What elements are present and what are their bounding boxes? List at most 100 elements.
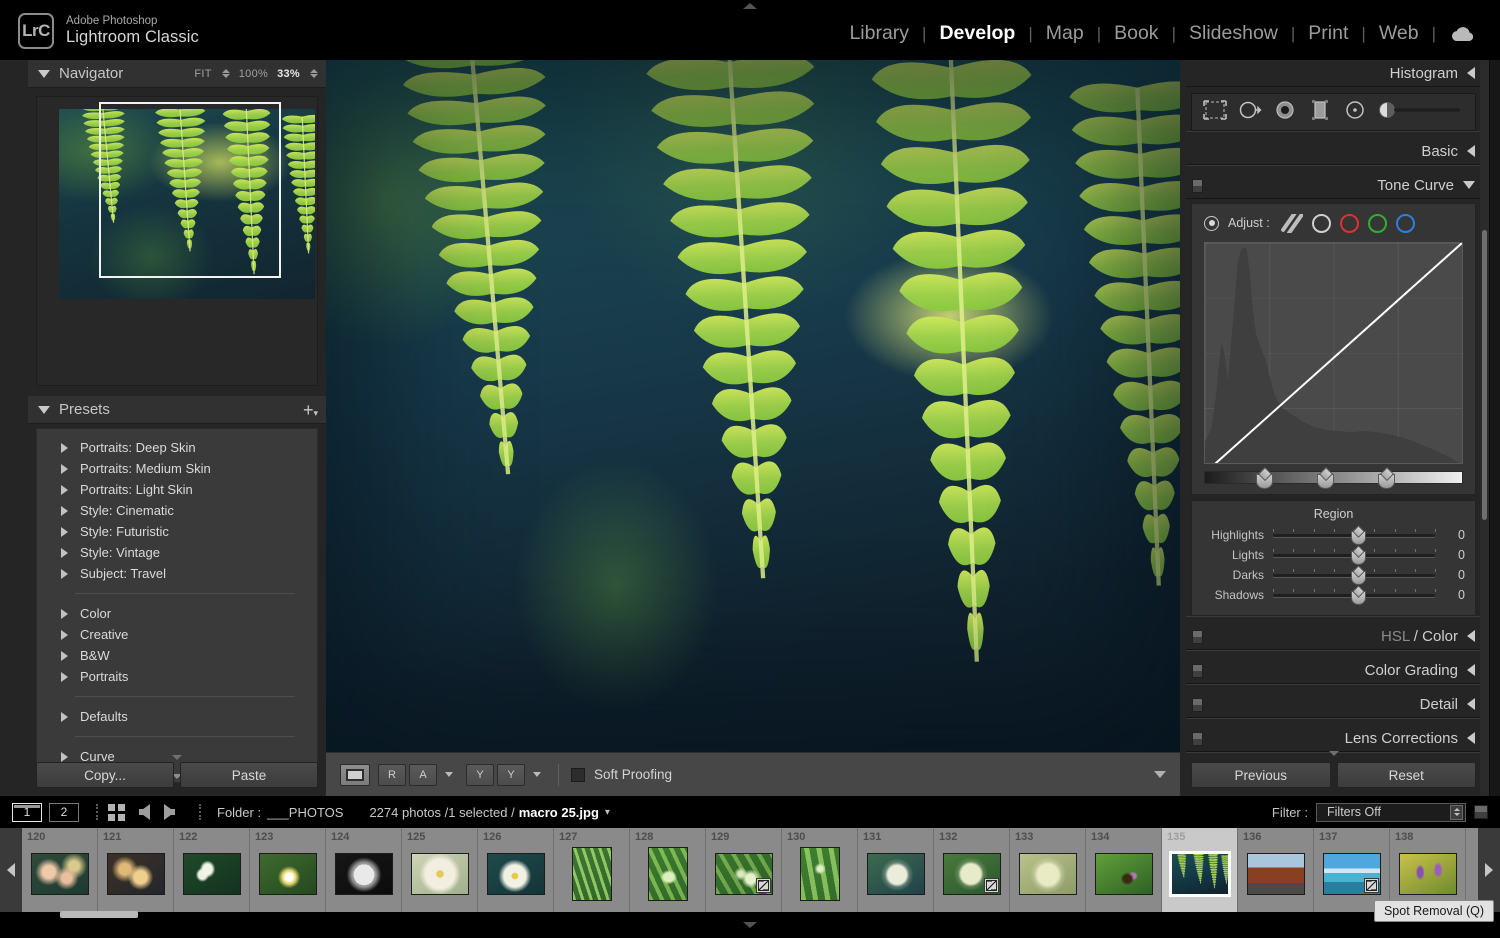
navigator-header[interactable]: Navigator FIT 100% 33% [28, 60, 326, 88]
thumbnail-image[interactable] [1168, 851, 1231, 897]
copy-settings-y2-button[interactable]: Y [497, 763, 525, 786]
navigate-back-icon[interactable] [139, 804, 150, 820]
module-book[interactable]: Book [1101, 22, 1171, 45]
copy-button[interactable]: Copy... [36, 762, 174, 788]
module-print[interactable]: Print [1295, 22, 1361, 45]
thumbnail-image[interactable] [334, 853, 393, 895]
preset-item[interactable]: Style: Cinematic [37, 500, 317, 521]
thumbnail-image[interactable] [1398, 853, 1457, 895]
thumbnail-image[interactable] [714, 853, 773, 895]
navigator-fit-stepper[interactable] [221, 69, 230, 78]
section-header-color-grading[interactable]: Color Grading [1186, 657, 1481, 684]
section-header-hsl-color[interactable]: HSL / Color [1186, 623, 1481, 650]
spot-removal-icon[interactable] [1237, 99, 1263, 126]
preset-item[interactable]: Portraits: Deep Skin [37, 437, 317, 458]
soft-proofing-label[interactable]: Soft Proofing [594, 767, 672, 782]
masking-icon[interactable] [1307, 99, 1333, 126]
section-enable-switch[interactable] [1192, 664, 1203, 678]
thumbnail-image[interactable] [1322, 853, 1381, 895]
red-eye-correction-icon[interactable] [1272, 99, 1298, 126]
red-channel-icon[interactable] [1339, 213, 1359, 233]
preset-item[interactable]: Style: Vintage [37, 542, 317, 563]
thumbnail-image[interactable] [1094, 853, 1153, 895]
thumbnail-image[interactable] [1246, 853, 1305, 895]
filmstrip-thumbnail[interactable]: 135 [1162, 828, 1238, 912]
filmstrip-thumbnail[interactable]: 121 [98, 828, 174, 912]
slider-knob[interactable] [1350, 548, 1366, 565]
thumbnail-image[interactable] [182, 853, 241, 895]
filter-stepper-icon[interactable] [1450, 804, 1463, 820]
top-panel-collapse-toggle[interactable] [0, 0, 1500, 12]
slider-value[interactable]: 0 [1435, 568, 1465, 582]
thumbnail-image[interactable] [106, 853, 165, 895]
slider-value[interactable]: 0 [1435, 528, 1465, 542]
thumbnail-image[interactable] [1018, 853, 1077, 895]
thumbnail-image[interactable] [647, 847, 688, 901]
cloud-sync-icon[interactable] [1436, 25, 1486, 42]
blue-channel-icon[interactable] [1395, 213, 1415, 233]
slider-value[interactable]: 0 [1435, 588, 1465, 602]
soft-proofing-checkbox[interactable] [571, 767, 585, 782]
preset-item[interactable]: Defaults [37, 706, 317, 727]
filter-select[interactable]: Filters Off [1316, 802, 1466, 822]
copy-settings-dropdown-icon[interactable] [533, 772, 541, 777]
navigator-zoom-stepper[interactable] [310, 69, 318, 78]
before-after-a-button[interactable]: A [409, 763, 437, 786]
chevron-down-icon[interactable]: ▾ [605, 807, 610, 818]
filmstrip-thumbnail[interactable]: 122 [174, 828, 250, 912]
filmstrip-horizontal-scrollbar[interactable] [60, 911, 138, 918]
reset-button[interactable]: Reset [1336, 762, 1476, 788]
targeted-adjustment-tool-icon[interactable] [1204, 215, 1219, 231]
filmstrip-thumbnail[interactable]: 131 [858, 828, 934, 912]
thumbnail-image[interactable] [942, 853, 1001, 895]
screen-2-button[interactable]: 2 [49, 802, 79, 822]
preset-item[interactable]: Creative [37, 624, 317, 645]
shadows-split-handle[interactable] [1256, 470, 1273, 489]
section-enable-switch[interactable] [1192, 732, 1203, 746]
filmstrip-thumbnail[interactable]: 126 [478, 828, 554, 912]
filmstrip-thumbnail[interactable]: 136 [1238, 828, 1314, 912]
navigator-100-option[interactable]: 100% [239, 68, 268, 80]
tone-curve-plot[interactable] [1204, 242, 1463, 464]
filmstrip-prev-button[interactable] [0, 828, 22, 912]
filmstrip-thumbnail[interactable]: 130 [782, 828, 858, 912]
highlights-split-handle[interactable] [1378, 470, 1395, 489]
thumbnail-image[interactable] [866, 853, 925, 895]
loupe-view-button[interactable] [340, 763, 370, 786]
tone-range-strip[interactable] [1204, 470, 1463, 489]
toolbar-options-chevron-icon[interactable] [1154, 771, 1166, 778]
preset-item[interactable]: B&W [37, 645, 317, 666]
slider-track[interactable] [1273, 546, 1436, 565]
filmstrip-thumbnail[interactable]: 128 [630, 828, 706, 912]
section-enable-switch[interactable] [1192, 630, 1203, 644]
navigator-fit-option[interactable]: FIT [194, 68, 211, 80]
filmstrip-thumbnail[interactable]: 129 [706, 828, 782, 912]
screen-1-button[interactable]: 1 [12, 802, 42, 822]
copy-settings-y1-button[interactable]: Y [466, 763, 494, 786]
right-panel-edge-toggle[interactable] [1489, 60, 1500, 796]
slider-track[interactable] [1273, 526, 1436, 545]
thumbnail-image[interactable] [799, 847, 840, 901]
tone-curve-enable-switch[interactable] [1192, 179, 1203, 193]
basic-section-header[interactable]: Basic [1186, 138, 1481, 165]
left-panel-collapse-indicator[interactable] [28, 755, 326, 760]
right-panel-scroll-thumb[interactable] [1482, 230, 1487, 520]
preset-item[interactable]: Color [37, 603, 317, 624]
module-map[interactable]: Map [1033, 22, 1097, 45]
tone-curve-section-header[interactable]: Tone Curve [1186, 172, 1481, 199]
adjustment-brush-icon[interactable] [1377, 99, 1465, 126]
before-after-dropdown-icon[interactable] [445, 772, 453, 777]
slider-knob[interactable] [1350, 588, 1366, 605]
thumbnail-image[interactable] [571, 847, 612, 901]
point-curve-white-icon[interactable] [1311, 213, 1331, 233]
photo-viewport[interactable] [326, 60, 1180, 752]
slider-knob[interactable] [1350, 568, 1366, 585]
navigate-forward-icon[interactable] [164, 804, 175, 820]
filmstrip-thumbnail[interactable]: 133 [1010, 828, 1086, 912]
preset-item[interactable]: Portraits [37, 666, 317, 687]
before-after-r-button[interactable]: R [378, 763, 406, 786]
green-channel-icon[interactable] [1367, 213, 1387, 233]
filmstrip-thumbnail[interactable]: 124 [326, 828, 402, 912]
filmstrip-thumbnail[interactable]: 125 [402, 828, 478, 912]
thumbnail-image[interactable] [486, 853, 545, 895]
